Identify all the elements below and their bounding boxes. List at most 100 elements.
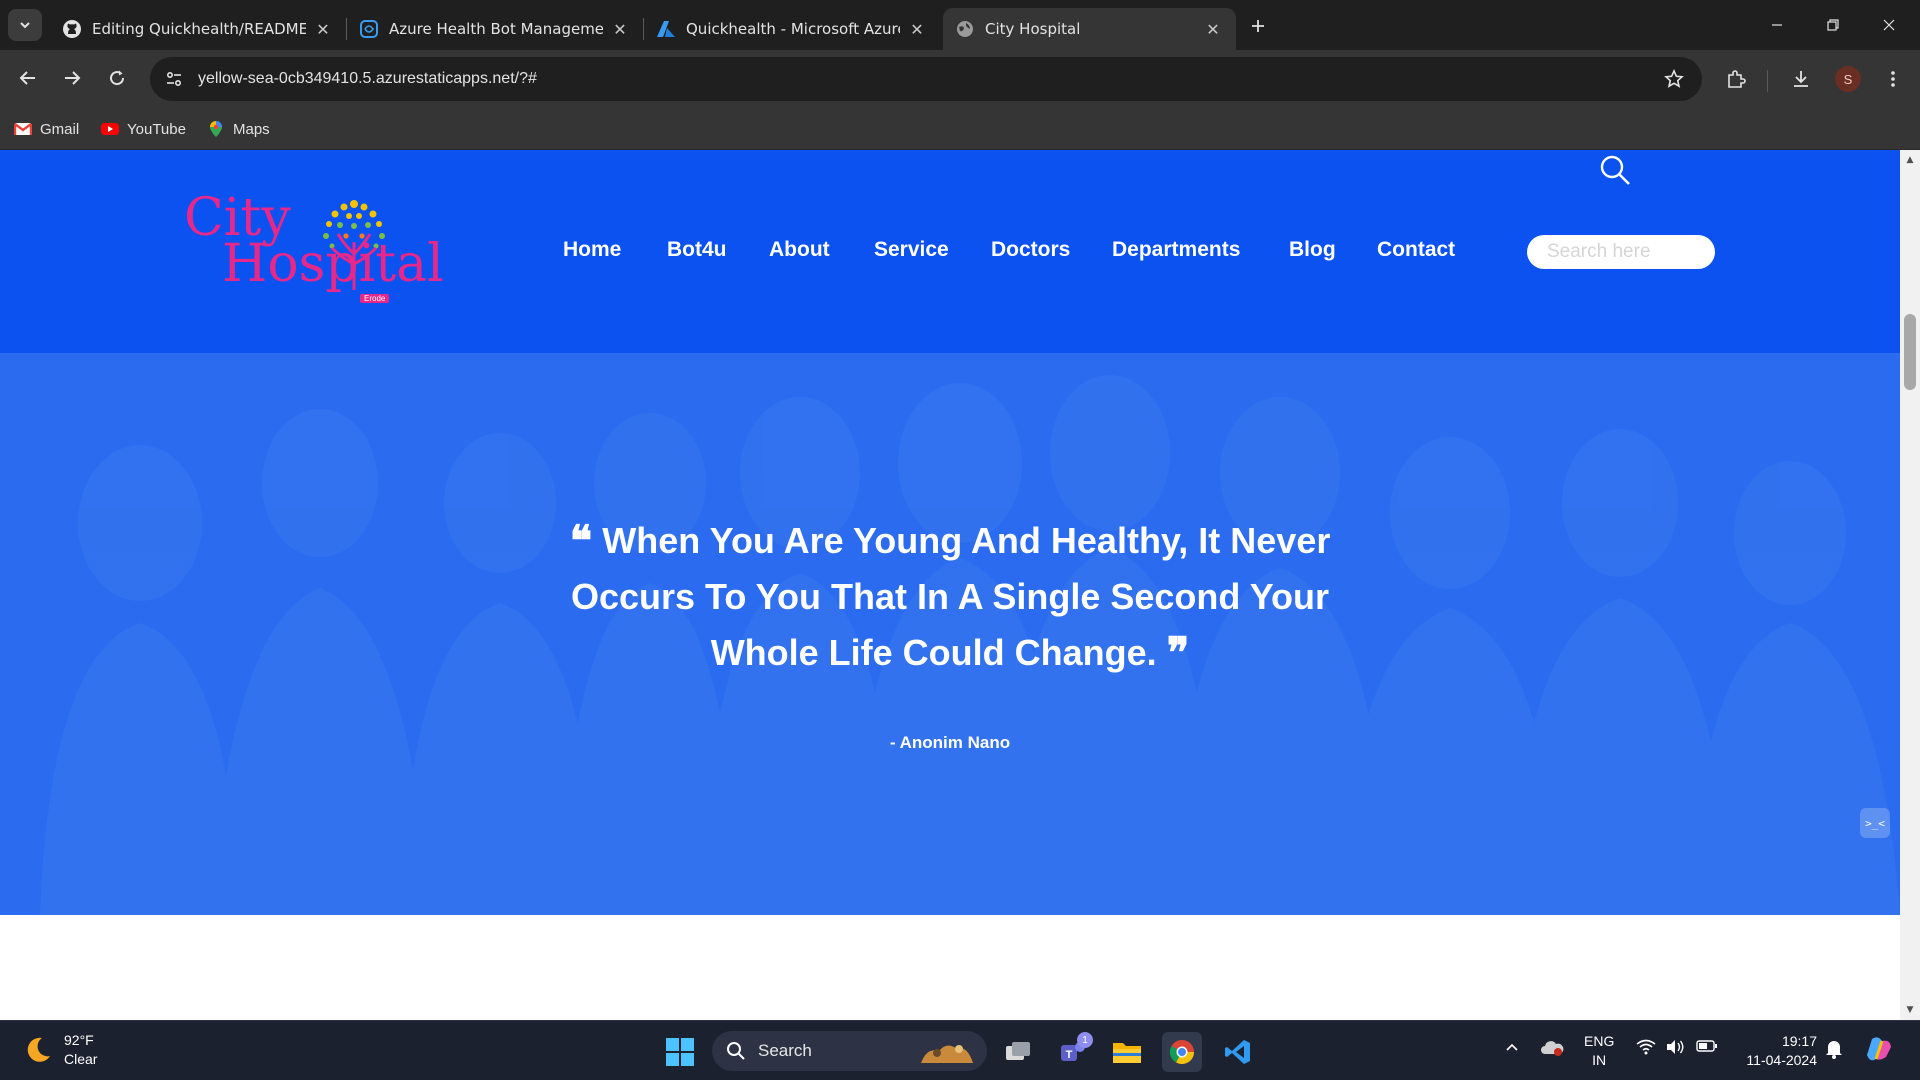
bookmark-label: Gmail [40, 120, 80, 138]
language-indicator[interactable]: ENG IN [1584, 1032, 1614, 1070]
tab-title: Quickhealth - Microsoft Azure [686, 20, 900, 38]
globe-icon [955, 19, 975, 39]
github-icon [62, 19, 82, 39]
nav-doctors[interactable]: Doctors [991, 238, 1070, 262]
teams-app[interactable]: T 1 [1053, 1032, 1093, 1072]
arrow-right-icon [65, 71, 81, 85]
profile-avatar[interactable]: S [1835, 66, 1861, 92]
quote-text: When You Are Young And Healthy, It Never… [570, 520, 1331, 673]
weather-temp: 92°F [64, 1032, 94, 1048]
nav-contact[interactable]: Contact [1377, 238, 1455, 262]
tab-title: Azure Health Bot Management [389, 20, 603, 38]
wifi-icon[interactable] [1636, 1039, 1656, 1058]
health-bot-icon [359, 19, 379, 39]
azure-icon [656, 19, 676, 39]
tab-azure[interactable]: Quickhealth - Microsoft Azure ✕ [644, 8, 940, 50]
battery-icon[interactable] [1696, 1039, 1718, 1056]
tab-search-button[interactable] [8, 9, 42, 41]
bookmarks-bar: Gmail YouTube Maps [0, 108, 1920, 150]
bookmark-maps[interactable]: Maps [207, 116, 270, 142]
minimize-button[interactable] [1754, 10, 1800, 40]
taskbar-search[interactable]: Search [712, 1031, 987, 1071]
browser-tab-bar: Editing Quickhealth/README.m ✕ Azure Hea… [0, 0, 1920, 50]
close-quote-icon: ❞ [1166, 628, 1190, 677]
vscode-icon [1225, 1040, 1250, 1064]
search-icon [727, 1042, 745, 1060]
vscode-app[interactable] [1218, 1032, 1258, 1072]
reload-button[interactable] [101, 62, 133, 94]
hospital-logo[interactable]: City Hospital Erode [180, 188, 444, 308]
teams-badge: 1 [1077, 1032, 1093, 1048]
tab-github[interactable]: Editing Quickhealth/README.m ✕ [50, 8, 346, 50]
clock-date: 11-04-2024 [1746, 1052, 1817, 1068]
task-view-button[interactable] [998, 1032, 1038, 1072]
tab-city-hospital[interactable]: City Hospital ✕ [943, 8, 1236, 50]
nav-about[interactable]: About [769, 238, 830, 262]
forward-button[interactable] [56, 62, 88, 94]
nav-service[interactable]: Service [874, 238, 949, 262]
clock-time: 19:17 [1781, 1033, 1817, 1049]
close-icon[interactable]: ✕ [906, 18, 928, 40]
quote-author: - Anonim Nano [889, 733, 1011, 752]
browser-toolbar: yellow-sea-0cb349410.5.azurestaticapps.n… [0, 50, 1920, 108]
hero-banner: ❝ When You Are Young And Healthy, It Nev… [0, 353, 1900, 915]
scroll-down-icon[interactable]: ▼ [1904, 1004, 1916, 1016]
windows-start-icon[interactable] [665, 1037, 695, 1067]
weather-widget[interactable]: 92°F Clear [22, 1031, 97, 1069]
minimize-icon [1772, 24, 1782, 26]
maps-icon [207, 120, 225, 138]
open-quote-icon: ❝ [569, 516, 593, 565]
search-icon[interactable] [1598, 153, 1632, 187]
chevron-down-icon [20, 22, 30, 29]
back-button[interactable] [12, 62, 44, 94]
copilot-icon[interactable] [1864, 1035, 1894, 1066]
chrome-icon [1169, 1040, 1194, 1065]
notification-bell-icon[interactable] [1825, 1039, 1843, 1062]
chevron-up-icon[interactable] [1504, 1039, 1520, 1058]
scroll-up-icon[interactable]: ▲ [1904, 154, 1916, 166]
bookmark-youtube[interactable]: YouTube [101, 116, 186, 142]
file-explorer-app[interactable] [1107, 1032, 1147, 1072]
bookmark-star-icon[interactable] [1660, 65, 1688, 93]
nav-departments[interactable]: Departments [1112, 238, 1240, 262]
nav-bot4u[interactable]: Bot4u [667, 238, 727, 262]
page-scrollbar[interactable]: ▲ ▼ [1900, 150, 1920, 1020]
address-bar[interactable]: yellow-sea-0cb349410.5.azurestaticapps.n… [150, 57, 1702, 101]
arrow-left-icon [19, 71, 35, 85]
svg-text:T: T [1066, 1049, 1073, 1061]
logo-subtext: Erode [360, 294, 390, 303]
taskbar-search-label: Search [758, 1041, 812, 1060]
onedrive-icon[interactable] [1540, 1039, 1564, 1060]
chat-widget-button[interactable]: >_< [1860, 808, 1890, 838]
folder-icon [1113, 1043, 1141, 1063]
site-info-icon[interactable] [158, 63, 190, 95]
bookmark-label: YouTube [127, 120, 186, 138]
close-window-button[interactable] [1866, 10, 1912, 40]
toolbar-separator [1767, 70, 1768, 92]
download-icon[interactable] [1785, 63, 1817, 95]
language-code: ENG [1584, 1033, 1615, 1049]
restore-button[interactable] [1810, 10, 1856, 40]
chrome-app[interactable] [1162, 1032, 1202, 1072]
bookmark-label: Maps [233, 120, 270, 138]
system-clock[interactable]: 19:17 11-04-2024 [1735, 1032, 1817, 1070]
tab-health-bot[interactable]: Azure Health Bot Management ✕ [347, 8, 643, 50]
bookmark-gmail[interactable]: Gmail [14, 116, 79, 142]
close-icon[interactable]: ✕ [1202, 18, 1224, 40]
close-icon[interactable]: ✕ [609, 18, 631, 40]
close-icon[interactable]: ✕ [312, 18, 334, 40]
reload-icon [110, 70, 125, 86]
gmail-icon [14, 120, 32, 138]
youtube-icon [101, 120, 119, 138]
scrollbar-thumb[interactable] [1904, 314, 1916, 390]
nav-blog[interactable]: Blog [1289, 238, 1336, 262]
volume-icon[interactable] [1665, 1039, 1685, 1058]
new-tab-button[interactable] [1244, 12, 1272, 40]
extensions-icon[interactable] [1720, 63, 1752, 95]
search-input[interactable] [1527, 235, 1715, 269]
url-text[interactable]: yellow-sea-0cb349410.5.azurestaticapps.n… [198, 70, 537, 88]
nav-home[interactable]: Home [563, 238, 621, 262]
more-menu-icon[interactable] [1877, 63, 1909, 95]
page-viewport: City Hospital Erode Home Bot4u About Ser… [0, 150, 1920, 1020]
hero-quote: ❝ When You Are Young And Healthy, It Nev… [560, 513, 1340, 681]
